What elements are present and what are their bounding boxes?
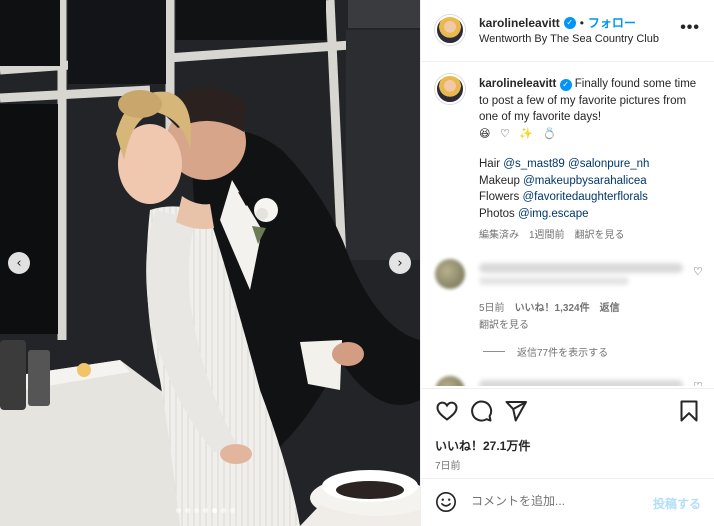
mention-link[interactable]: @favoritedaughterflorals: [522, 191, 647, 203]
like-heart-icon[interactable]: [435, 399, 459, 423]
view-replies-button[interactable]: 返信77件を表示する: [483, 344, 608, 359]
carousel-dot: [176, 508, 181, 513]
credit-line: Makeup @makeupbysarahalicea: [479, 173, 707, 190]
view-replies-label[interactable]: 返信77件を表示する: [517, 344, 608, 359]
carousel-dot: [212, 508, 217, 513]
post-photo[interactable]: ‹ ›: [0, 0, 420, 526]
carousel-prev-button[interactable]: ‹: [8, 252, 30, 274]
post-date: 7日前: [435, 461, 461, 472]
comment-meta: 5日前 いいね！1,324件 返信: [479, 299, 620, 314]
comment-see-translation-link[interactable]: 翻訳を見る: [479, 316, 529, 331]
comment-input[interactable]: [471, 494, 641, 508]
carousel-dots: [176, 508, 235, 513]
blurred-comment-text: [479, 263, 683, 273]
likes-count[interactable]: いいね！27.1万件: [435, 437, 530, 454]
post-actions: いいね！27.1万件 7日前: [421, 388, 714, 488]
wedding-photo: [0, 0, 420, 526]
separator-dot: •: [579, 15, 584, 30]
credit-line: Hair @s_mast89 @salonpure_nh: [479, 156, 707, 173]
post-comment-button[interactable]: 投稿する: [653, 495, 701, 512]
carousel-dot: [203, 508, 208, 513]
comment-bubble-icon[interactable]: [469, 399, 493, 423]
carousel-dot: [194, 508, 199, 513]
caption-time: 1週間前: [529, 230, 565, 241]
emoji-smile-icon[interactable]: [435, 491, 457, 513]
comment-likes[interactable]: いいね！1,324件: [515, 299, 590, 314]
carousel-dot: [230, 508, 235, 513]
see-translation-link[interactable]: 翻訳を見る: [575, 226, 625, 241]
comment-like-heart-icon[interactable]: ♡: [693, 265, 703, 278]
comment-item: ♡: [421, 372, 714, 386]
action-icons: [435, 399, 701, 425]
mention-link[interactable]: @salonpure_nh: [568, 158, 649, 170]
credit-label: Photos: [479, 207, 515, 220]
mention-link[interactable]: @img.escape: [518, 208, 588, 220]
credit-label: Flowers: [479, 191, 520, 203]
author-avatar[interactable]: [435, 15, 465, 45]
comment-time: 5日前: [479, 303, 505, 314]
blurred-comment-text: [479, 277, 629, 285]
commenter-avatar[interactable]: [435, 259, 465, 289]
caption-emojis: 😆 ♡ ✨ 💍: [479, 126, 560, 140]
credit-line: Flowers @favoritedaughterflorals: [479, 189, 707, 206]
edited-label: 編集済み: [479, 230, 519, 241]
share-send-icon[interactable]: [504, 399, 528, 423]
credit-line: Photos @img.escape: [479, 206, 707, 223]
verified-badge-icon: ✓: [559, 79, 572, 92]
blurred-comment-text: [479, 380, 683, 386]
comment-like-heart-icon[interactable]: ♡: [693, 380, 703, 386]
location-link[interactable]: Wentworth By The Sea Country Club: [479, 33, 659, 45]
header-user-row: karolineleavitt ✓ • フォロー: [479, 14, 636, 31]
verified-badge-icon: ✓: [563, 16, 576, 29]
replies-line: [483, 351, 505, 352]
carousel-next-button[interactable]: ›: [389, 252, 411, 274]
comment-reply-button[interactable]: 返信: [600, 299, 620, 314]
post-header: karolineleavitt ✓ • フォロー Wentworth By Th…: [421, 0, 714, 62]
bookmark-save-icon[interactable]: [677, 399, 701, 423]
author-username[interactable]: karolineleavitt: [479, 16, 560, 30]
carousel-dot: [185, 508, 190, 513]
mention-link[interactable]: @makeupbysarahalicea: [523, 175, 647, 187]
comment-composer: 投稿する: [421, 478, 714, 526]
commenter-avatar[interactable]: [435, 376, 465, 386]
follow-button[interactable]: フォロー: [588, 14, 636, 31]
caption-username[interactable]: karolineleavitt: [479, 78, 556, 90]
carousel-dot: [221, 508, 226, 513]
more-options-icon[interactable]: •••: [680, 20, 700, 36]
caption-avatar[interactable]: [435, 74, 465, 104]
credit-label: Hair: [479, 158, 501, 170]
post-side-panel: karolineleavitt ✓ • フォロー Wentworth By Th…: [420, 0, 714, 526]
mention-link[interactable]: @s_mast89: [503, 158, 565, 170]
caption-credits: Hair @s_mast89 @salonpure_nh Makeup @mak…: [479, 156, 707, 222]
credit-label: Makeup: [479, 174, 520, 187]
caption-meta: 編集済み 1週間前 翻訳を見る: [479, 226, 625, 241]
caption-text: karolineleavitt ✓ Finally found some tim…: [479, 76, 707, 222]
